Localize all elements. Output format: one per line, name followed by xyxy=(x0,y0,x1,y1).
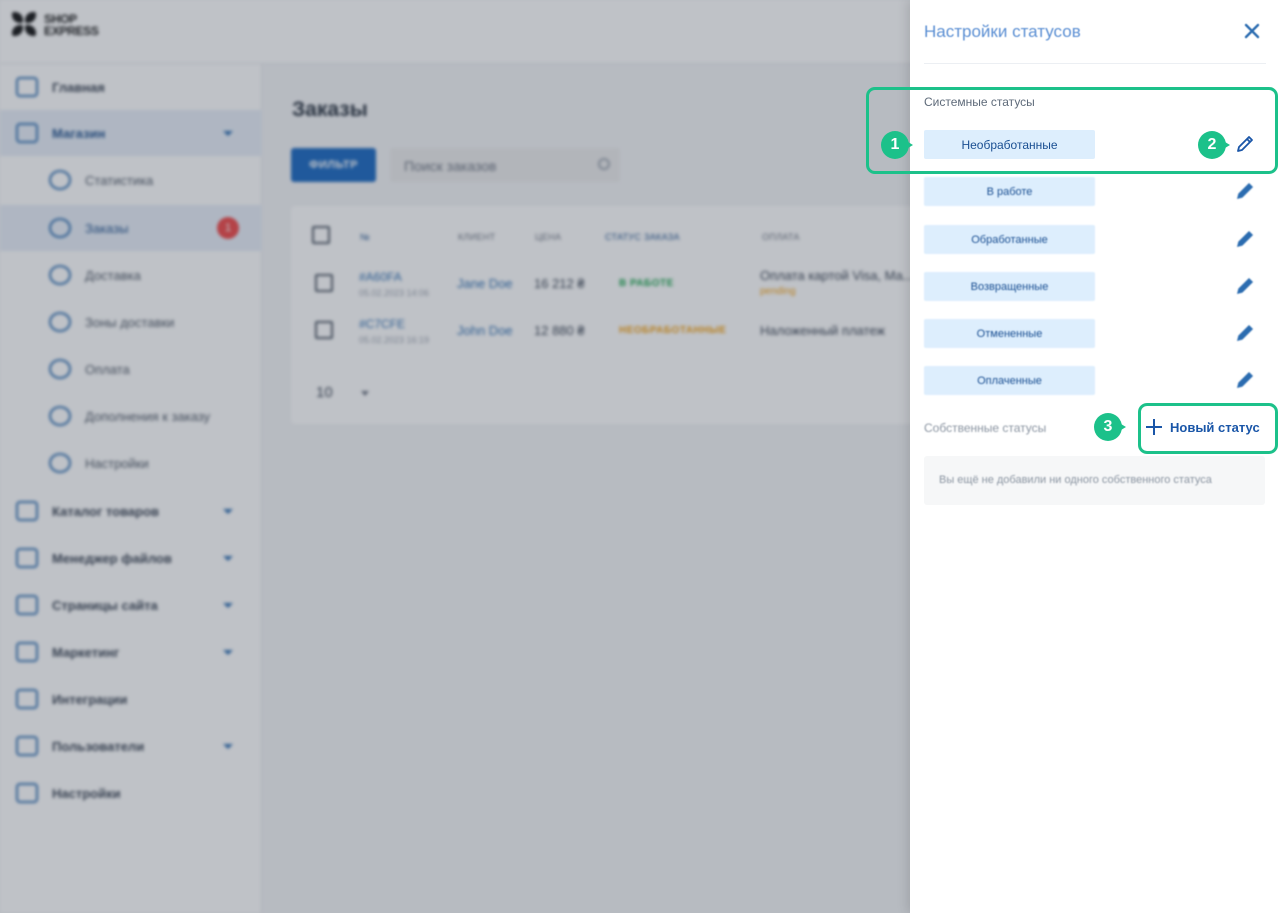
edit-pencil-icon[interactable] xyxy=(1234,369,1256,391)
step-number: 2 xyxy=(1198,131,1226,159)
status-pill-paid: Оплаченные xyxy=(924,366,1095,395)
step-marker-1: 1 xyxy=(881,131,913,159)
divider xyxy=(924,63,1266,64)
empty-own-statuses: Вы ещё не добавили ни одного собственног… xyxy=(924,456,1265,505)
drawer-title: Настройки статусов xyxy=(924,22,1081,41)
highlight-new-status xyxy=(1138,403,1278,454)
status-pill-processed: Обработанные xyxy=(924,225,1095,254)
step-number: 1 xyxy=(881,131,909,159)
status-pill-cancelled: Отмененные xyxy=(924,319,1095,348)
status-pill-in-progress: В работе xyxy=(924,177,1095,206)
empty-state-text: Вы ещё не добавили ни одного собственног… xyxy=(939,474,1212,486)
edit-pencil-icon[interactable] xyxy=(1234,180,1256,202)
edit-pencil-icon[interactable] xyxy=(1234,275,1256,297)
own-statuses-label: Собственные статусы xyxy=(924,421,1047,435)
close-icon[interactable] xyxy=(1243,22,1261,40)
status-pill-returned: Возвращенные xyxy=(924,272,1095,301)
step-marker-3: 3 xyxy=(1094,413,1126,441)
edit-pencil-icon[interactable] xyxy=(1234,322,1256,344)
edit-pencil-icon[interactable] xyxy=(1234,228,1256,250)
step-marker-2: 2 xyxy=(1198,131,1230,159)
step-number: 3 xyxy=(1094,413,1122,441)
